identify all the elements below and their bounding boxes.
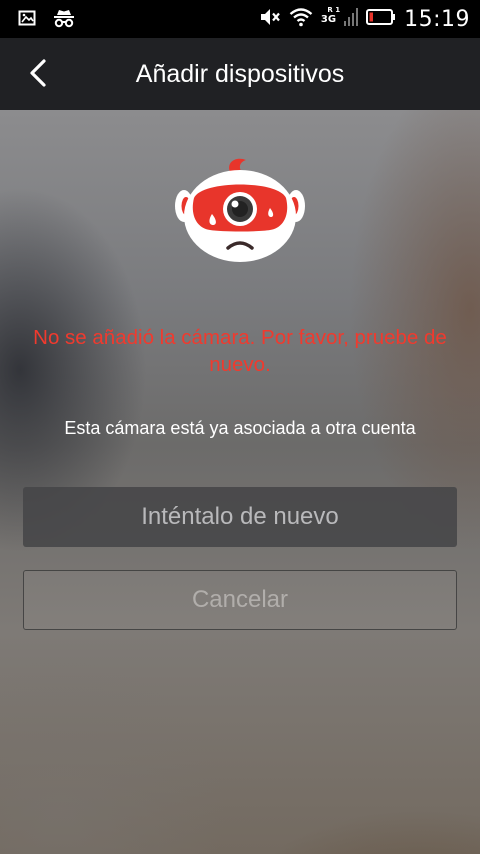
signal-icon — [344, 7, 359, 31]
status-right: 3G R 1 15:19 — [259, 6, 470, 32]
battery-icon — [366, 8, 396, 30]
retry-button[interactable]: Inténtalo de nuevo — [23, 487, 457, 547]
info-message: Esta cámara está ya asociada a otra cuen… — [64, 418, 416, 438]
wifi-icon — [289, 7, 313, 31]
sad-camera-mascot-icon — [172, 154, 308, 264]
status-left — [18, 9, 76, 33]
mute-icon — [259, 7, 281, 31]
image-icon — [18, 9, 36, 33]
network-type: 3G R 1 — [320, 5, 341, 25]
header: Añadir dispositivos — [0, 38, 480, 110]
page-title: Añadir dispositivos — [135, 60, 345, 88]
cancel-button[interactable]: Cancelar — [23, 570, 457, 630]
status-time: 15:19 — [404, 6, 470, 32]
network-sup: R 1 — [327, 5, 341, 14]
error-message: No se añadió la cámara. Por favor, prueb… — [33, 326, 447, 376]
incognito-icon — [52, 9, 76, 33]
status-bar: 3G R 1 15:19 — [0, 0, 480, 38]
main-content: No se añadió la cámara. Por favor, prueb… — [0, 110, 480, 854]
